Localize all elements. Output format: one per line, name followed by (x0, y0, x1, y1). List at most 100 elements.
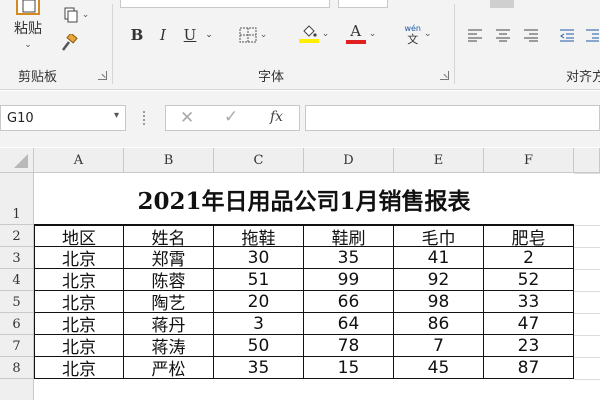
data-cell[interactable]: 陶艺 (124, 291, 214, 314)
data-cell[interactable]: 北京 (34, 247, 124, 270)
formula-bar-grip-icon[interactable] (143, 111, 145, 125)
data-cell[interactable]: 15 (304, 357, 394, 379)
header-cell[interactable]: 鞋刷 (304, 225, 394, 249)
align-left-button[interactable] (464, 24, 486, 46)
header-cell[interactable]: 姓名 (124, 225, 214, 249)
underline-dropdown-icon[interactable]: ⌄ (204, 24, 214, 46)
font-launcher-icon[interactable] (440, 71, 449, 80)
border-dropdown-icon[interactable]: ⌄ (260, 30, 268, 40)
data-cell[interactable]: 64 (304, 313, 394, 335)
paste-button[interactable]: 粘贴 ⌄ (6, 0, 50, 60)
insert-function-icon[interactable]: fx (270, 109, 283, 125)
header-cell[interactable]: 肥皂 (484, 225, 574, 249)
data-cell[interactable]: 30 (214, 247, 304, 269)
row-header-2[interactable]: 2 (0, 225, 34, 247)
ribbon: 粘贴 ⌄ ⌄ 剪贴板 B I U ⌄ ⌄ ⌄ A ⌄ wén 文 ⌄ 字体 对齐… (0, 0, 600, 90)
data-cell[interactable]: 99 (304, 269, 394, 291)
font-color-button[interactable]: A ⌄ (340, 22, 382, 46)
align-center-button[interactable] (492, 24, 514, 46)
phonetic-guide-button[interactable]: wén 文 ⌄ (398, 20, 438, 48)
column-header-b[interactable]: B (124, 148, 214, 173)
column-header-f[interactable]: F (484, 148, 574, 173)
row-header-4[interactable]: 4 (0, 269, 34, 291)
data-cell[interactable]: 92 (394, 269, 484, 291)
data-cell[interactable]: 50 (214, 335, 304, 357)
row-header-6[interactable]: 6 (0, 313, 34, 335)
row-header-7[interactable]: 7 (0, 335, 34, 357)
bold-button[interactable]: B (128, 24, 146, 46)
data-cell[interactable]: 41 (394, 247, 484, 269)
data-cell[interactable]: 23 (484, 335, 574, 357)
data-cell[interactable]: 47 (484, 313, 574, 335)
data-cell[interactable]: 严松 (124, 357, 214, 380)
row-header-3[interactable]: 3 (0, 247, 34, 269)
border-button[interactable]: ⌄ (234, 24, 272, 46)
row-header-5[interactable]: 5 (0, 291, 34, 313)
row-header-1[interactable]: 1 (0, 173, 34, 225)
data-cell[interactable]: 北京 (34, 269, 124, 292)
sheet-title[interactable]: 2021年日用品公司1月销售报表 (34, 173, 574, 225)
border-icon (239, 27, 257, 43)
column-header-c[interactable]: C (214, 148, 304, 173)
font-size-box[interactable] (338, 0, 388, 8)
data-cell[interactable]: 蒋丹 (124, 313, 214, 336)
font-color-dropdown-icon[interactable]: ⌄ (369, 29, 377, 39)
italic-button[interactable]: I (154, 24, 172, 46)
data-cell[interactable]: 52 (484, 269, 574, 291)
data-cell[interactable]: 98 (394, 291, 484, 313)
header-cell[interactable]: 拖鞋 (214, 225, 304, 249)
data-cell[interactable]: 35 (304, 247, 394, 269)
fill-color-button[interactable]: ⌄ (294, 22, 334, 46)
name-box-dropdown-icon[interactable]: ▾ (114, 110, 119, 121)
data-cell[interactable]: 66 (304, 291, 394, 313)
align-right-button[interactable] (520, 24, 542, 46)
data-cell[interactable]: 78 (304, 335, 394, 357)
column-header-e[interactable]: E (394, 148, 484, 173)
column-header-g[interactable] (574, 148, 600, 173)
copy-button[interactable]: ⌄ (56, 4, 96, 26)
cancel-icon[interactable]: ✕ (180, 108, 194, 128)
data-cell[interactable]: 郑霄 (124, 247, 214, 270)
column-header-a[interactable]: A (34, 148, 124, 173)
data-cell[interactable]: 陈蓉 (124, 269, 214, 292)
excel-window: 粘贴 ⌄ ⌄ 剪贴板 B I U ⌄ ⌄ ⌄ A ⌄ wén 文 ⌄ 字体 对齐… (0, 0, 600, 400)
worksheet-grid[interactable]: A B C D E F 1 2 3 4 5 6 7 8 2021年日用品公司1月销售报表 地区 姓名 拖鞋 鞋刷 毛巾… (0, 148, 600, 400)
data-cell[interactable]: 3 (214, 313, 304, 335)
data-cell[interactable]: 35 (214, 357, 304, 379)
data-cell[interactable]: 7 (394, 335, 484, 357)
data-cell[interactable]: 86 (394, 313, 484, 335)
increase-indent-button[interactable] (584, 24, 600, 46)
select-all-corner[interactable] (0, 148, 34, 173)
data-cell[interactable]: 87 (484, 357, 574, 379)
paste-label: 粘贴 (14, 21, 42, 37)
clipboard-launcher-icon[interactable] (98, 71, 107, 80)
enter-icon[interactable]: ✓ (224, 107, 238, 127)
data-cell[interactable]: 北京 (34, 291, 124, 314)
data-cell[interactable]: 33 (484, 291, 574, 313)
underline-button[interactable]: U (180, 24, 200, 46)
data-cell[interactable]: 北京 (34, 357, 124, 380)
header-cell[interactable]: 地区 (34, 225, 124, 249)
header-cell[interactable]: 毛巾 (394, 225, 484, 249)
data-cell[interactable]: 45 (394, 357, 484, 379)
name-box[interactable]: G10 ▾ (0, 105, 126, 131)
paste-dropdown-icon[interactable]: ⌄ (24, 40, 32, 50)
data-cell[interactable]: 51 (214, 269, 304, 291)
data-cell[interactable]: 蒋涛 (124, 335, 214, 358)
row-header-8[interactable]: 8 (0, 357, 34, 379)
data-cell[interactable]: 20 (214, 291, 304, 313)
data-cell[interactable]: 北京 (34, 313, 124, 336)
data-cell[interactable]: 北京 (34, 335, 124, 358)
formula-input[interactable] (305, 105, 600, 131)
phonetic-dropdown-icon[interactable]: ⌄ (424, 29, 432, 39)
copy-dropdown-icon[interactable]: ⌄ (82, 10, 90, 20)
format-painter-button[interactable] (56, 32, 82, 54)
row-header-9[interactable] (0, 379, 34, 400)
font-name-box[interactable] (120, 0, 330, 8)
top-align-button[interactable] (490, 0, 514, 8)
align-right-icon (524, 29, 538, 42)
column-header-d[interactable]: D (304, 148, 394, 173)
decrease-indent-button[interactable] (556, 24, 578, 46)
fill-color-dropdown-icon[interactable]: ⌄ (322, 29, 330, 39)
data-cell[interactable]: 2 (484, 247, 574, 269)
